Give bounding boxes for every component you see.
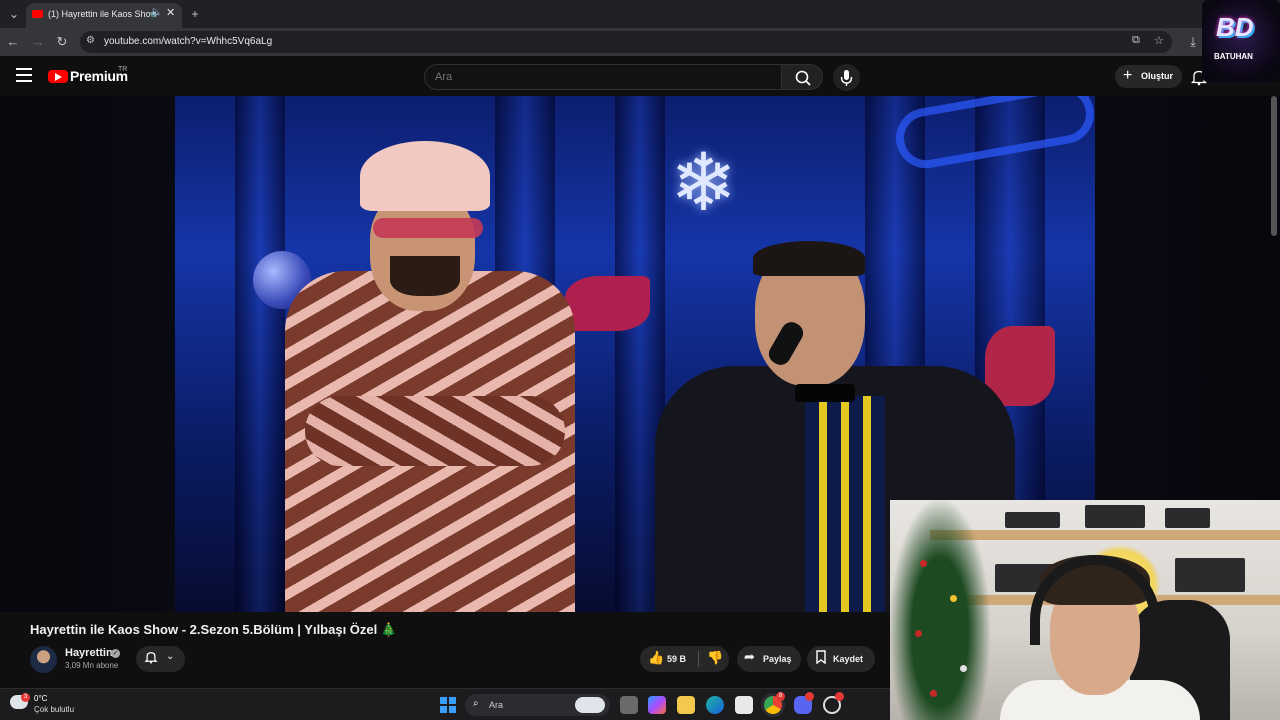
christmas-tree — [890, 500, 990, 720]
webcam-overlay — [890, 500, 1280, 720]
tree-ornament — [960, 665, 967, 672]
speaker-icon[interactable]: 🔈 — [150, 7, 162, 18]
save-button[interactable]: Kaydet — [807, 646, 875, 672]
page-scrollbar[interactable] — [1271, 96, 1277, 236]
share-label: Paylaş — [763, 654, 792, 664]
hardware-box — [1165, 508, 1210, 528]
discord-badge — [805, 692, 814, 701]
obs-badge — [835, 692, 844, 701]
site-info-icon[interactable]: ⚙ — [86, 35, 95, 46]
create-label: Oluştur — [1141, 71, 1174, 81]
tree-ornament — [915, 630, 922, 637]
create-button[interactable]: + Oluştur — [1115, 65, 1182, 88]
streamer-logo: BD BATUHAN — [1202, 0, 1280, 82]
edge-browser-icon[interactable] — [706, 696, 724, 714]
hardware-box — [1005, 512, 1060, 528]
divider — [698, 651, 699, 667]
channel-name[interactable]: Hayrettin — [65, 647, 113, 659]
new-tab-plus-icon[interactable]: + — [185, 5, 205, 23]
snow-cloud-icon — [575, 697, 605, 713]
voice-search-button[interactable] — [833, 64, 860, 91]
youtube-masthead: Premium TR + Oluştur — [0, 56, 1280, 96]
bookmark-icon — [815, 650, 827, 667]
tab-title: (1) Hayrettin ile Kaos Show — [48, 9, 158, 19]
install-app-icon[interactable]: ⧉ — [1132, 34, 1140, 47]
person-right-hair — [753, 241, 865, 276]
person-right-bowtie — [795, 384, 855, 402]
windows-start-icon[interactable] — [440, 697, 456, 713]
url-text: youtube.com/watch?v=Whhc5Vq6aLg — [104, 36, 273, 47]
search-input[interactable] — [435, 71, 735, 83]
hardware-box — [1085, 505, 1145, 528]
verified-check-icon: ✓ — [111, 649, 120, 658]
save-label: Kaydet — [833, 654, 864, 664]
dislike-button[interactable]: 👎 — [700, 646, 729, 672]
thumbs-down-icon: 👎 — [707, 650, 724, 665]
chrome-badge: 8 — [776, 692, 785, 701]
search-box[interactable] — [424, 64, 782, 90]
browser-toolbar: ← → ↻ ⚙ youtube.com/watch?v=Whhc5Vq6aLg … — [0, 28, 1280, 56]
region-code: TR — [118, 66, 128, 73]
ribbon-bow-decoration — [565, 276, 650, 331]
windows-taskbar: 3 0°C Çok bulutlu ⌕ Ara 8 — [0, 688, 890, 720]
chevron-down-icon: ⌄ — [166, 651, 175, 662]
task-view-icon[interactable] — [620, 696, 638, 714]
youtube-favicon-icon — [32, 10, 43, 18]
like-dislike-group: 👍 59 B 👎 — [640, 646, 729, 672]
tree-ornament — [950, 595, 957, 602]
hardware-box — [1175, 558, 1245, 592]
reload-icon[interactable]: ↻ — [53, 33, 71, 51]
weather-badge: 3 — [21, 693, 30, 702]
search-icon: ⌕ — [473, 698, 479, 709]
microphone-icon — [840, 70, 853, 86]
plus-icon: + — [1123, 67, 1133, 84]
curtain-fold — [235, 96, 285, 612]
streamer-logo-name: BATUHAN — [1214, 52, 1253, 61]
taskbar-search[interactable]: ⌕ Ara — [465, 694, 610, 716]
streamer-logo-initials: BD — [1216, 12, 1254, 42]
youtube-logo-icon[interactable] — [48, 70, 68, 83]
bell-icon — [144, 650, 158, 667]
taskbar-search-label: Ara — [489, 700, 504, 710]
person-right-jersey — [805, 396, 885, 612]
bookmark-star-icon[interactable]: ☆ — [1154, 34, 1164, 47]
search-button[interactable] — [781, 64, 823, 90]
weather-temperature[interactable]: 0°C — [34, 694, 47, 703]
address-bar[interactable]: ⚙ youtube.com/watch?v=Whhc5Vq6aLg ⧉ ☆ — [80, 31, 1172, 53]
tree-ornament — [930, 690, 937, 697]
snowflake-decoration: ❄ — [670, 138, 738, 227]
subscription-bell-button[interactable]: ⌄ — [136, 646, 185, 672]
subscriber-count: 3,09 Mn abone — [65, 661, 119, 670]
file-explorer-icon[interactable] — [677, 696, 695, 714]
copilot-icon[interactable] — [648, 696, 666, 714]
video-title: Hayrettin ile Kaos Show - 2.Sezon 5.Bölü… — [30, 622, 398, 637]
person-left-cap — [360, 141, 490, 211]
search-icon — [795, 70, 811, 86]
tab-search-icon[interactable]: ⌄ — [4, 5, 24, 23]
person-left-beard — [390, 256, 460, 296]
close-icon[interactable]: ✕ — [166, 6, 175, 19]
channel-avatar[interactable] — [30, 646, 57, 673]
download-icon[interactable]: ⤓ — [1184, 33, 1202, 51]
person-left-crossed-arms — [305, 396, 565, 466]
browser-tab-strip: ⌄ (1) Hayrettin ile Kaos Show 🔈 ✕ + — [0, 0, 1280, 28]
person-left-sunglasses — [373, 218, 483, 238]
share-arrow-icon: ➦ — [744, 649, 755, 664]
forward-arrow-icon[interactable]: → — [29, 33, 47, 51]
like-button[interactable]: 👍 59 B — [640, 646, 698, 672]
hamburger-menu-icon[interactable] — [16, 68, 32, 82]
tree-ornament — [920, 560, 927, 567]
share-button[interactable]: ➦ Paylaş — [737, 646, 801, 672]
like-count: 59 B — [667, 654, 687, 664]
weather-description[interactable]: Çok bulutlu — [34, 705, 74, 714]
back-arrow-icon[interactable]: ← — [4, 33, 22, 51]
thumbs-up-icon: 👍 — [648, 650, 665, 665]
microsoft-store-icon[interactable] — [735, 696, 753, 714]
browser-tab-active[interactable]: (1) Hayrettin ile Kaos Show 🔈 ✕ — [26, 3, 182, 28]
